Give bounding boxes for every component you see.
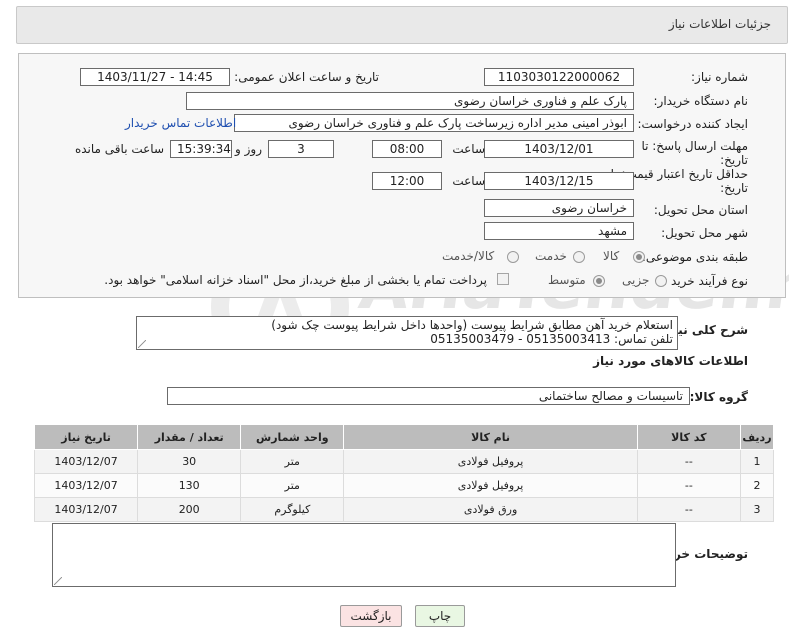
description-line-1: استعلام خرید آهن مطابق شرایط پیوست (واحد… bbox=[271, 318, 673, 332]
validity-time-label: ساعت bbox=[452, 174, 485, 188]
validity-label-date: تاریخ: bbox=[720, 181, 748, 195]
cell-unit: متر bbox=[240, 473, 345, 498]
print-button[interactable]: چاپ bbox=[415, 605, 465, 627]
process-option-minor: جزیی bbox=[622, 273, 650, 287]
cell-row: 2 bbox=[739, 473, 775, 498]
city-label: شهر محل تحویل: bbox=[661, 226, 748, 240]
category-option-goods: کالا bbox=[603, 249, 620, 263]
cell-code: -- bbox=[636, 449, 741, 474]
category-radio-goods[interactable] bbox=[633, 251, 645, 263]
buyer-notes-value bbox=[53, 524, 675, 528]
cell-name: پروفیل فولادی bbox=[343, 473, 638, 498]
reply-time-field: 08:00 bbox=[372, 140, 442, 158]
table-row: 1403/12/07 30 متر پروفیل فولادی -- 1 bbox=[33, 449, 775, 474]
goods-section-title: اطلاعات کالاهای مورد نیاز bbox=[593, 354, 748, 368]
cell-unit: کیلوگرم bbox=[240, 497, 345, 522]
reply-date-field: 1403/12/01 bbox=[484, 140, 634, 158]
cell-row: 3 bbox=[739, 497, 775, 522]
goods-group-label: گروه کالا: bbox=[689, 390, 748, 404]
buyer-notes-textarea[interactable] bbox=[52, 523, 676, 587]
cell-name: پروفیل فولادی bbox=[343, 449, 638, 474]
days-label: روز و bbox=[235, 142, 262, 156]
days-field: 3 bbox=[268, 140, 334, 158]
cell-qty: 200 bbox=[137, 497, 242, 522]
remaining-time-field: 15:39:34 bbox=[170, 140, 232, 158]
cell-name: ورق فولادی bbox=[343, 497, 638, 522]
need-number-field: 1103030122000062 bbox=[484, 68, 634, 86]
process-option-medium: متوسط bbox=[548, 273, 586, 287]
need-number-label: شماره نیاز: bbox=[691, 70, 748, 84]
description-line-2: تلفن تماس: 05135003413 - 05135003479 bbox=[430, 332, 673, 346]
remaining-time-label: ساعت باقی مانده bbox=[74, 142, 164, 156]
validity-time-field: 12:00 bbox=[372, 172, 442, 190]
reply-time-label: ساعت bbox=[452, 142, 485, 156]
province-field: خراسان رضوی bbox=[484, 199, 634, 217]
page-title: جزئیات اطلاعات نیاز bbox=[668, 17, 771, 31]
col-quantity: تعداد / مقدار bbox=[137, 424, 242, 450]
payment-note: پرداخت تمام یا بخشی از مبلغ خرید،از محل … bbox=[104, 273, 487, 287]
announce-field: 1403/11/27 - 14:45 bbox=[80, 68, 230, 86]
category-radio-goods-service[interactable] bbox=[507, 251, 519, 263]
goods-group-field: تاسیسات و مصالح ساختمانی bbox=[167, 387, 690, 405]
cell-date: 1403/12/07 bbox=[33, 449, 139, 474]
category-label: طبقه بندی موضوعی: bbox=[641, 250, 748, 264]
table-row: 1403/12/07 130 متر پروفیل فولادی -- 2 bbox=[33, 473, 775, 498]
col-goods-name: نام کالا bbox=[343, 424, 638, 450]
cell-qty: 30 bbox=[137, 449, 242, 474]
buyer-org-field: پارک علم و فناوری خراسان رضوی bbox=[186, 92, 634, 110]
resize-grip-icon[interactable] bbox=[54, 577, 62, 585]
cell-date: 1403/12/07 bbox=[33, 497, 139, 522]
buyer-contact-link[interactable]: اطلاعات تماس خریدار bbox=[125, 116, 236, 130]
buyer-org-label: نام دستگاه خریدار: bbox=[653, 94, 749, 108]
reply-deadline-label: مهلت ارسال پاسخ: تا bbox=[641, 139, 748, 153]
page-header: جزئیات اطلاعات نیاز bbox=[16, 6, 788, 44]
validity-date-field: 1403/12/15 bbox=[484, 172, 634, 190]
description-box: استعلام خرید آهن مطابق شرایط پیوست (واحد… bbox=[136, 316, 678, 350]
cell-code: -- bbox=[636, 473, 741, 498]
category-option-goods-service: کالا/خدمت bbox=[442, 249, 495, 263]
back-button[interactable]: بازگشت bbox=[340, 605, 402, 627]
process-radio-minor[interactable] bbox=[655, 275, 667, 287]
process-radio-medium[interactable] bbox=[593, 275, 605, 287]
creator-field: ابوذر امینی مدیر اداره زیرساخت پارک علم … bbox=[234, 114, 634, 132]
cell-unit: متر bbox=[240, 449, 345, 474]
payment-checkbox[interactable] bbox=[497, 273, 509, 285]
announce-label: تاریخ و ساعت اعلان عمومی: bbox=[234, 70, 379, 84]
city-field: مشهد bbox=[484, 222, 634, 240]
table-row: 1403/12/07 200 کیلوگرم ورق فولادی -- 3 bbox=[33, 497, 775, 522]
category-option-service: خدمت bbox=[535, 249, 567, 263]
reply-deadline-label-date: تاریخ: bbox=[720, 153, 748, 167]
province-label: استان محل تحویل: bbox=[653, 203, 748, 217]
col-unit: واحد شمارش bbox=[240, 424, 345, 450]
category-radio-service[interactable] bbox=[573, 251, 585, 263]
creator-label: ایجاد کننده درخواست: bbox=[637, 117, 748, 131]
resize-grip-icon[interactable] bbox=[138, 340, 146, 348]
cell-date: 1403/12/07 bbox=[33, 473, 139, 498]
goods-table: تاریخ نیاز تعداد / مقدار واحد شمارش نام … bbox=[33, 424, 775, 522]
cell-qty: 130 bbox=[137, 473, 242, 498]
cell-code: -- bbox=[636, 497, 741, 522]
col-goods-code: کد کالا bbox=[636, 424, 741, 450]
goods-table-header: تاریخ نیاز تعداد / مقدار واحد شمارش نام … bbox=[33, 424, 775, 450]
col-need-date: تاریخ نیاز bbox=[33, 424, 139, 450]
process-label: نوع فرآیند خرید : bbox=[663, 274, 748, 288]
cell-row: 1 bbox=[739, 449, 775, 474]
col-row: ردیف bbox=[739, 424, 775, 450]
